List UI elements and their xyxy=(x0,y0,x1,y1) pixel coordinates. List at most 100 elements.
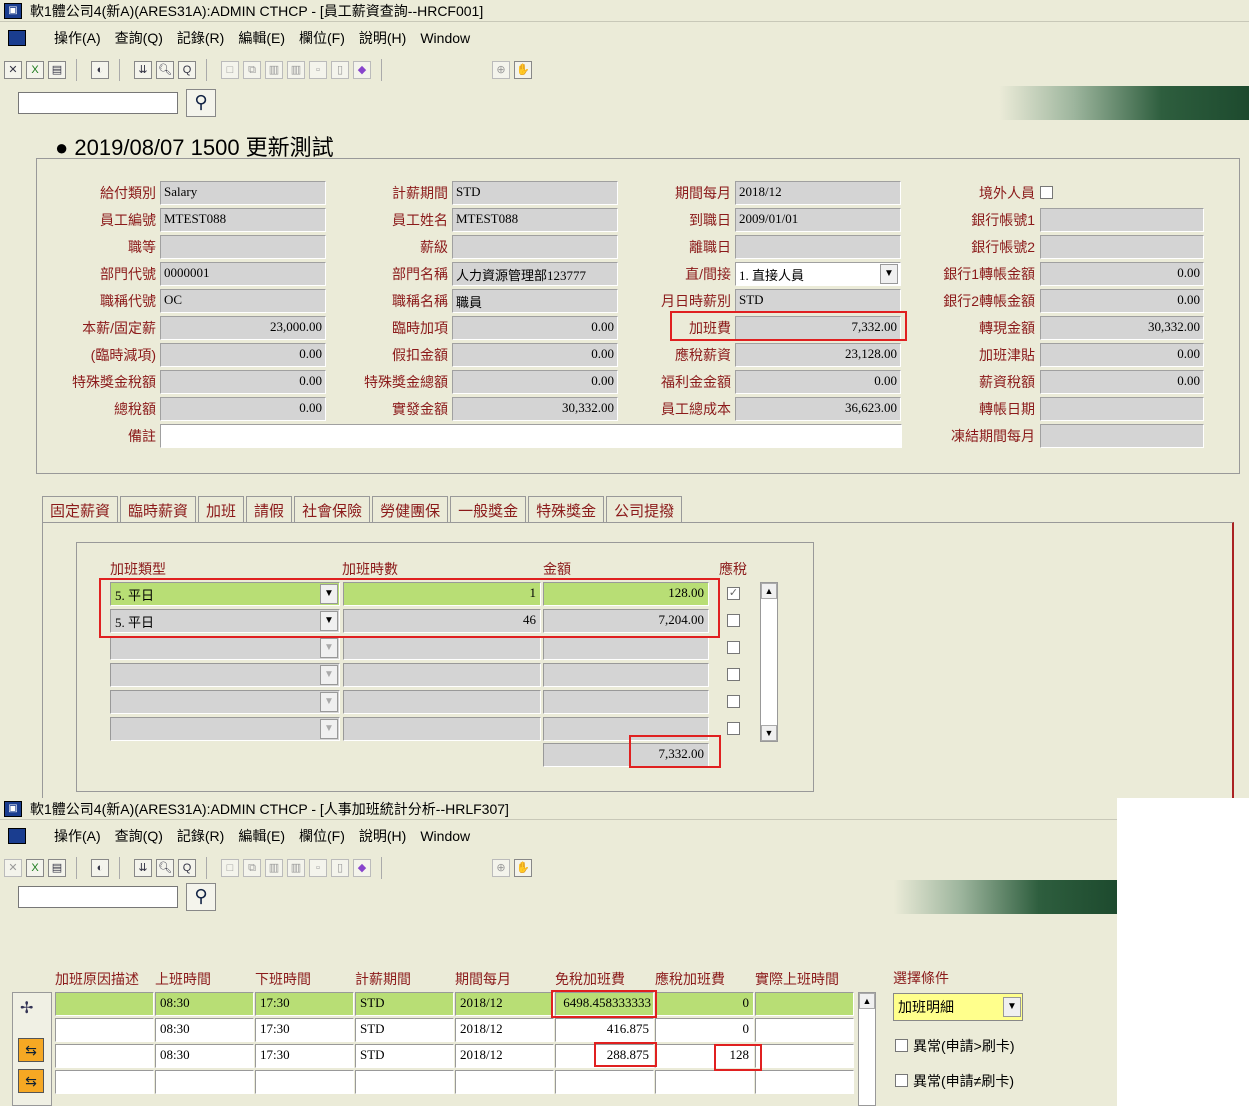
ot-hours-cell-empty[interactable] xyxy=(343,663,541,687)
field-employee-cost[interactable]: 36,623.00 xyxy=(735,397,901,421)
grid-cell-reason[interactable] xyxy=(55,1070,154,1094)
chevron-down-icon[interactable]: ▼ xyxy=(880,264,898,284)
grid-cell-actual[interactable] xyxy=(755,1044,854,1068)
menu-field[interactable]: 欄位(F) xyxy=(299,826,345,846)
book2-icon[interactable]: ▥ xyxy=(287,61,305,79)
field-dept-name[interactable]: 人力資源管理部123777 xyxy=(452,262,618,286)
field-transfer-date[interactable] xyxy=(1040,397,1204,421)
field-bank-account1[interactable] xyxy=(1040,208,1204,232)
ot-hours-cell-empty[interactable] xyxy=(343,690,541,714)
ot-scrollbar[interactable]: ▲ ▼ xyxy=(760,582,778,742)
chevron-down-icon[interactable]: ▼ xyxy=(320,719,338,739)
field-temp-addition[interactable]: 0.00 xyxy=(452,316,618,340)
grid-cell-taxable[interactable]: 0 xyxy=(655,1018,754,1042)
grid-scrollbar[interactable]: ▲ xyxy=(858,992,876,1106)
field-taxable-salary[interactable]: 23,128.00 xyxy=(735,343,901,367)
checkbox-ot-taxable[interactable] xyxy=(727,641,740,654)
field-special-bonus-tax[interactable]: 0.00 xyxy=(160,370,326,394)
field-bank1-amount[interactable]: 0.00 xyxy=(1040,262,1204,286)
field-cash-amount[interactable]: 30,332.00 xyxy=(1040,316,1204,340)
zoom-icon[interactable]: ⊕ xyxy=(492,859,510,877)
book-icon[interactable]: ▥ xyxy=(265,859,283,877)
menu-help[interactable]: 說明(H) xyxy=(359,28,406,48)
grid-cell-actual[interactable] xyxy=(755,1018,854,1042)
checkbox-ot-taxable[interactable] xyxy=(727,722,740,735)
grid-cell-start[interactable]: 08:30 xyxy=(155,992,254,1016)
save-icon[interactable]: ▫ xyxy=(309,61,327,79)
tab-overtime[interactable]: 加班 xyxy=(198,496,245,523)
grid-cell-period[interactable] xyxy=(355,1070,454,1094)
grid-cell-actual[interactable] xyxy=(755,992,854,1016)
field-temp-deduction[interactable]: 0.00 xyxy=(160,343,326,367)
query-all-icon[interactable]: Q xyxy=(178,61,196,79)
ot-hours-cell-empty[interactable] xyxy=(343,717,541,741)
checkbox-abnormal-ne[interactable] xyxy=(895,1074,908,1087)
ot-type-cell-empty[interactable] xyxy=(110,636,340,660)
select-direct-indirect[interactable]: 1. 直接人員 xyxy=(735,262,901,286)
search-icon[interactable]: ⚲ xyxy=(186,89,216,117)
ot-amount-cell-empty[interactable] xyxy=(543,690,709,714)
field-period-month[interactable]: 2018/12 xyxy=(735,181,901,205)
query-all-icon[interactable]: Q xyxy=(178,859,196,877)
chevron-down-icon[interactable]: ▼ xyxy=(320,692,338,712)
menu-help[interactable]: 說明(H) xyxy=(359,826,406,846)
refresh-icon[interactable]: ◐ xyxy=(91,61,109,79)
grid-cell-taxfree[interactable] xyxy=(555,1070,654,1094)
hand-icon[interactable]: ✋ xyxy=(514,859,532,877)
menu-field[interactable]: 欄位(F) xyxy=(299,28,345,48)
ot-type-cell-empty[interactable] xyxy=(110,690,340,714)
field-overtime-allowance[interactable]: 0.00 xyxy=(1040,343,1204,367)
excel-icon[interactable]: X xyxy=(26,859,44,877)
field-employee-name[interactable]: MTEST088 xyxy=(452,208,618,232)
tab-fixed-salary[interactable]: 固定薪資 xyxy=(42,496,119,523)
book2-icon[interactable]: ▥ xyxy=(287,859,305,877)
record-nav-icon[interactable]: ⇆ xyxy=(18,1069,44,1093)
checkbox-ot-taxable[interactable] xyxy=(727,614,740,627)
tab-company-contribution[interactable]: 公司提撥 xyxy=(606,496,683,523)
print-icon[interactable]: ▤ xyxy=(48,61,66,79)
delete-icon[interactable]: ▯ xyxy=(331,61,349,79)
field-employee-id[interactable]: MTEST088 xyxy=(160,208,326,232)
scroll-down-icon[interactable]: ▼ xyxy=(761,725,777,741)
zoom-icon[interactable]: ⊕ xyxy=(492,61,510,79)
field-leave-date[interactable] xyxy=(735,235,901,259)
tools-icon[interactable]: ✕ xyxy=(4,859,22,877)
grid-cell-start[interactable]: 08:30 xyxy=(155,1044,254,1068)
checkbox-overseas[interactable] xyxy=(1040,186,1053,199)
add-icon[interactable]: □ xyxy=(221,61,239,79)
grid-cell-month[interactable]: 2018/12 xyxy=(455,1018,554,1042)
eraser-icon[interactable]: ◆ xyxy=(353,61,371,79)
record-nav-icon[interactable]: ⇆ xyxy=(18,1038,44,1062)
grid-cell-end[interactable]: 17:30 xyxy=(255,1044,354,1068)
grid-cell-month[interactable]: 2018/12 xyxy=(455,992,554,1016)
chevron-down-icon[interactable]: ▼ xyxy=(1003,997,1021,1017)
tools-icon[interactable]: ✕ xyxy=(4,61,22,79)
field-bank-account2[interactable] xyxy=(1040,235,1204,259)
grid-cell-end[interactable]: 17:30 xyxy=(255,992,354,1016)
ot-type-cell-empty[interactable] xyxy=(110,663,340,687)
grid-cell-start[interactable] xyxy=(155,1070,254,1094)
tab-social-insurance[interactable]: 社會保險 xyxy=(294,496,371,523)
ot-amount-cell-empty[interactable] xyxy=(543,663,709,687)
grid-cell-taxfree[interactable]: 416.875 xyxy=(555,1018,654,1042)
checkbox-ot-taxable-checked[interactable]: ✓ xyxy=(727,587,740,600)
field-net-pay[interactable]: 30,332.00 xyxy=(452,397,618,421)
tab-temp-salary[interactable]: 臨時薪資 xyxy=(120,496,197,523)
menu-operate[interactable]: 操作(A) xyxy=(54,28,101,48)
import-icon[interactable]: ⇊ xyxy=(134,859,152,877)
menu-query[interactable]: 查詢(Q) xyxy=(115,28,163,48)
save-icon[interactable]: ▫ xyxy=(309,859,327,877)
grid-cell-taxable[interactable] xyxy=(655,1070,754,1094)
field-bank2-amount[interactable]: 0.00 xyxy=(1040,289,1204,313)
field-dept-code[interactable]: 0000001 xyxy=(160,262,326,286)
add-icon[interactable]: □ xyxy=(221,859,239,877)
query-icon[interactable]: 🔍︎ xyxy=(156,859,174,877)
grid-cell-taxable[interactable]: 0 xyxy=(655,992,754,1016)
book-icon[interactable]: ▥ xyxy=(265,61,283,79)
tab-special-bonus[interactable]: 特殊獎金 xyxy=(528,496,605,523)
import-icon[interactable]: ⇊ xyxy=(134,61,152,79)
search-icon[interactable]: ⚲ xyxy=(186,883,216,911)
field-title-code[interactable]: OC xyxy=(160,289,326,313)
scroll-up-icon[interactable]: ▲ xyxy=(761,583,777,599)
field-pay-level[interactable] xyxy=(452,235,618,259)
